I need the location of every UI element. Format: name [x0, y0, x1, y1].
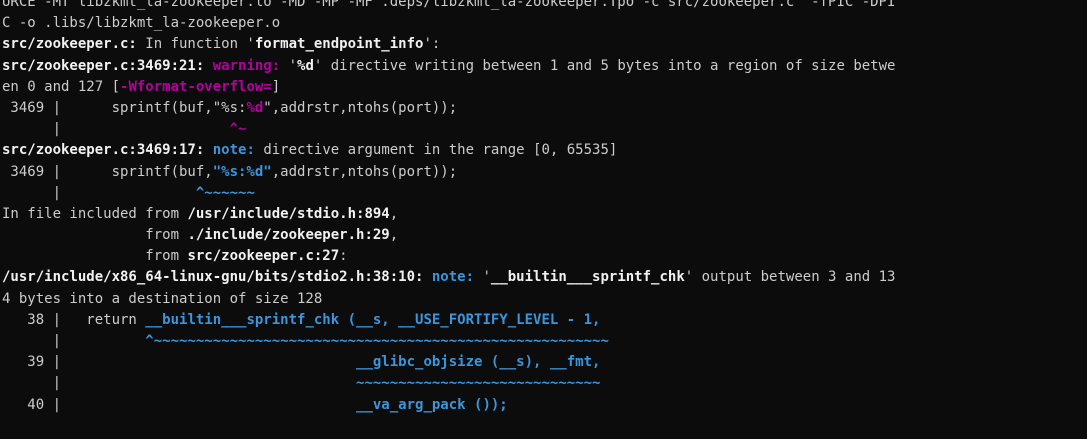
- output-segment: ",addrstr,ntohs(port));: [263, 99, 458, 116]
- output-line: C -o .libs/libzkmt_la-zookeeper.o: [2, 13, 895, 34]
- output-line: from src/zookeeper.c:27:: [2, 246, 895, 267]
- output-segment: C -o .libs/libzkmt_la-zookeeper.o: [2, 15, 281, 32]
- output-segment: note:: [212, 142, 255, 159]
- output-segment: warning:: [212, 57, 281, 74]
- output-segment: 3469 | sprintf(buf,: [2, 163, 213, 180]
- output-line: In file included from /usr/include/stdio…: [2, 204, 895, 225]
- output-segment: ~~~~~~~~~~~~~~~~~~~~~~~~~~~~~: [356, 375, 601, 392]
- output-segment: ,: [389, 227, 399, 244]
- output-segment: __builtin___sprintf_chk: [490, 269, 685, 286]
- output-segment: en 0 and 127 [: [2, 78, 121, 95]
- output-segment: :: [339, 248, 348, 265]
- output-segment: 3469 | sprintf(buf,"%s:: [2, 99, 247, 116]
- output-segment: from: [2, 248, 188, 265]
- output-segment: __glibc_objsize (__s), __fmt,: [356, 354, 601, 371]
- compiler-output: URCE -MT libzkmt_la-zookeeper.lo -MD -MP…: [0, 0, 895, 416]
- output-line: 3469 | sprintf(buf,"%s:%d",addrstr,ntohs…: [2, 98, 895, 119]
- output-segment: ,addrstr,ntohs(port));: [271, 163, 458, 180]
- output-line: src/zookeeper.c:3469:17: note: directive…: [2, 140, 895, 161]
- output-segment: |: [2, 375, 357, 392]
- output-line: 39 | __glibc_objsize (__s), __fmt,: [2, 352, 895, 373]
- output-segment: ^~~~~~~~~~~~~~~~~~~~~~~~~~~~~~~~~~~~~~~~…: [145, 333, 609, 349]
- output-segment: [423, 269, 431, 285]
- output-segment: ': [474, 269, 491, 286]
- output-segment: __va_arg_pack ());: [356, 396, 508, 413]
- output-segment: ' output between 3 and 13: [684, 269, 896, 286]
- output-segment: directive argument in the range [0, 6553…: [254, 142, 618, 159]
- output-segment: ]: [271, 78, 281, 95]
- output-line: src/zookeeper.c:3469:21: warning: '%d' d…: [2, 56, 895, 77]
- output-line: 3469 | sprintf(buf,"%s:%d",addrstr,ntohs…: [2, 162, 895, 183]
- output-segment: format_endpoint_info: [254, 36, 424, 53]
- output-line: | ^~~~~~~: [2, 183, 895, 204]
- output-segment: note:: [431, 269, 475, 286]
- output-segment: |: [2, 184, 196, 201]
- output-line: src/zookeeper.c: In function 'format_end…: [2, 34, 895, 55]
- output-segment: ': [280, 57, 298, 74]
- output-segment: ,: [389, 205, 399, 222]
- output-segment: In file included from: [2, 205, 188, 222]
- output-segment: /usr/include/stdio.h:894: [187, 205, 390, 222]
- output-segment: In function ': [136, 36, 255, 53]
- output-segment: ^~~~~~~: [195, 184, 255, 201]
- output-segment: src/zookeeper.c:3469:17:: [2, 142, 205, 159]
- output-segment: ^~: [229, 121, 247, 138]
- output-line: 4 bytes into a destination of size 128: [2, 289, 895, 310]
- output-segment: [204, 58, 212, 74]
- output-segment: %d: [246, 99, 264, 116]
- output-segment: src/zookeeper.c:27: [187, 248, 340, 265]
- output-segment: 38 | return: [2, 311, 146, 328]
- output-line: | ^~: [2, 119, 895, 140]
- output-segment: |: [2, 121, 230, 138]
- output-segment: |: [2, 333, 146, 349]
- output-segment: ' directive writing between 1 and 5 byte…: [313, 57, 896, 74]
- output-line: | ~~~~~~~~~~~~~~~~~~~~~~~~~~~~~: [2, 373, 895, 394]
- output-segment: __builtin___sprintf_chk (__s, __USE_FORT…: [145, 311, 601, 328]
- output-segment: ':: [423, 36, 441, 53]
- output-segment: "%s:%d": [212, 163, 272, 180]
- output-segment: %d: [297, 57, 314, 74]
- output-line: en 0 and 127 [-Wformat-overflow=]: [2, 77, 895, 98]
- terminal-window[interactable]: URCE -MT libzkmt_la-zookeeper.lo -MD -MP…: [0, 0, 1087, 439]
- output-segment: ./include/zookeeper.h:29: [187, 227, 390, 244]
- output-segment: from: [2, 227, 188, 244]
- output-line: /usr/include/x86_64-linux-gnu/bits/stdio…: [2, 267, 895, 288]
- output-segment: 40 |: [2, 396, 357, 413]
- output-segment: -Wformat-overflow=: [120, 78, 272, 95]
- output-segment: 39 |: [2, 354, 357, 371]
- output-segment: src/zookeeper.c:: [2, 36, 137, 53]
- output-line: | ^~~~~~~~~~~~~~~~~~~~~~~~~~~~~~~~~~~~~~…: [2, 331, 895, 352]
- output-segment: /usr/include/x86_64-linux-gnu/bits/stdio…: [2, 269, 424, 286]
- output-line: 40 | __va_arg_pack ());: [2, 395, 895, 416]
- output-line: 38 | return __builtin___sprintf_chk (__s…: [2, 310, 895, 331]
- output-segment: src/zookeeper.c:3469:21:: [2, 57, 205, 74]
- output-line: URCE -MT libzkmt_la-zookeeper.lo -MD -MP…: [2, 0, 895, 13]
- output-segment: 4 bytes into a destination of size 128: [2, 290, 323, 307]
- output-segment: [204, 142, 212, 158]
- output-segment: URCE -MT libzkmt_la-zookeeper.lo -MD -MP…: [2, 0, 896, 10]
- output-line: from ./include/zookeeper.h:29,: [2, 225, 895, 246]
